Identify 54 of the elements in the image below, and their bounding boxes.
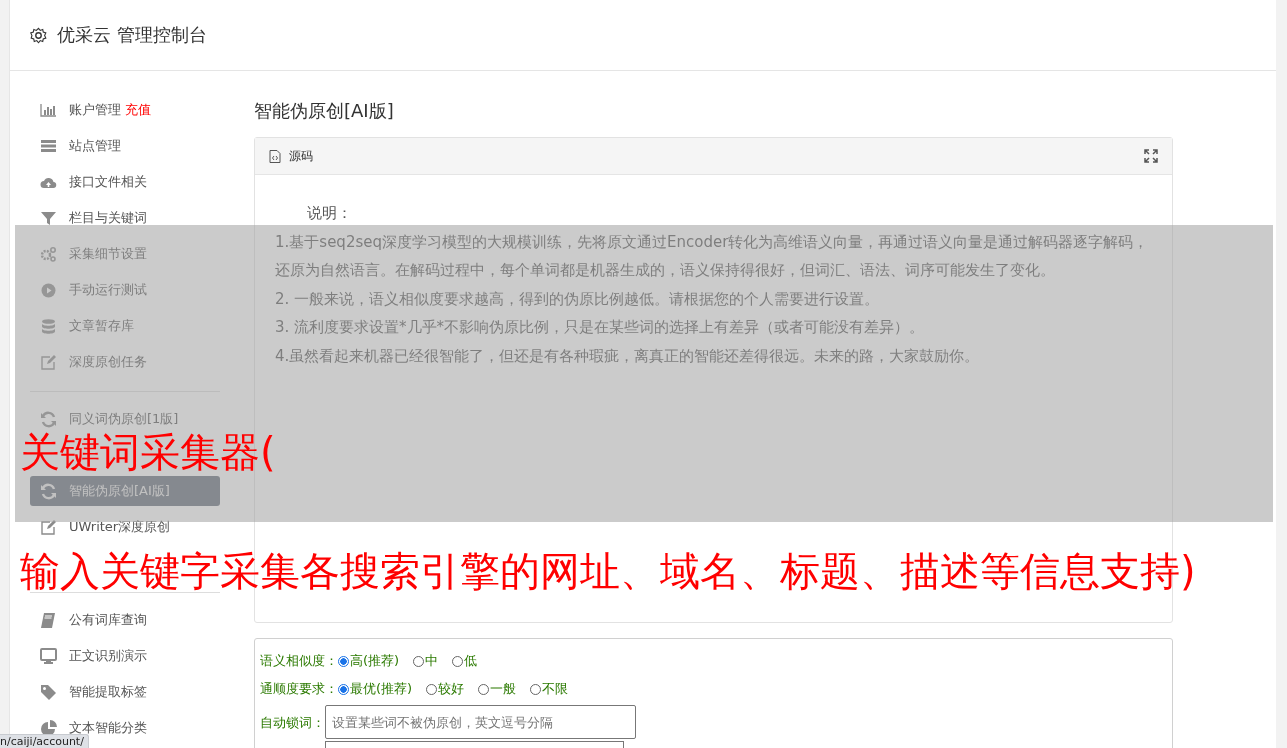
server-icon <box>40 137 57 155</box>
radio-button[interactable] <box>413 655 425 667</box>
edit-icon <box>40 353 57 371</box>
filter-icon <box>40 209 57 227</box>
sidebar-item[interactable]: 站点管理 <box>30 131 220 161</box>
field-label: 语义相似度： <box>260 652 338 670</box>
overlay-heading: 关键词采集器( <box>20 428 276 477</box>
code-file-icon <box>269 149 281 163</box>
radio-button[interactable] <box>426 683 438 695</box>
note-heading: 说明： <box>306 203 353 224</box>
edit-icon <box>40 518 57 536</box>
tag-icon <box>40 683 57 701</box>
sidebar-item[interactable]: 正文识别演示 <box>30 641 220 671</box>
lock-words-field[interactable]: 设置某些词不被伪原创，英文逗号分隔 <box>325 705 636 739</box>
radio-button[interactable] <box>338 683 349 695</box>
sidebar-item[interactable]: UWriter深度原创 <box>30 512 220 542</box>
bar-chart-icon <box>40 101 57 119</box>
option-label[interactable]: 不限 <box>542 680 569 698</box>
note-paragraph: 4.虽然看起来机器已经很智能了，但还是有各种瑕疵，离真正的智能还差得很远。未来的路，大家鼓励你。 <box>275 345 981 367</box>
field-label: 通顺度要求： <box>260 680 338 698</box>
overlay-text: 输入关键字采集各搜索引擎的网址、域名、标题、描述等信息支持) <box>20 547 1197 596</box>
page-title: 智能伪原创[AI版] <box>254 99 395 123</box>
sidebar-item[interactable]: 智能提取标签 <box>30 677 220 707</box>
fullscreen-icon[interactable] <box>1144 149 1158 163</box>
option-label[interactable]: 中 <box>425 652 439 670</box>
note-paragraph: 2. 一般来说，语义相似度要求越高，得到的伪原比例越低。请根据您的个人需要进行设置。 <box>275 288 881 310</box>
radio-button[interactable] <box>478 683 490 695</box>
sidebar-item[interactable]: 账户管理 充值 <box>30 95 220 125</box>
note-paragraph: 1.基于seq2seq深度学习模型的大规模训练，先将原文通过Encoder转化为高维语义向量，再通过语义向量是通过解码器逐字解码，还原为自然语言。在解码过程中，每个单词都是机器生成的，语义保持得很好，但词汇、语法、词序可能发生了变化。 <box>275 231 1150 281</box>
settings-icon <box>30 26 47 44</box>
option-label[interactable]: 最优(推荐) <box>350 680 413 698</box>
refresh-icon <box>40 410 57 428</box>
radio-button[interactable] <box>530 683 542 695</box>
note-paragraph: 3. 流利度要求设置*几乎*不影响伪原比例，只是在某些词的选择上有差异（或者可能没有差异）。 <box>275 317 926 338</box>
option-label[interactable]: 高(推荐) <box>350 652 400 670</box>
radio-button[interactable] <box>338 655 349 667</box>
radio-button[interactable] <box>452 655 464 667</box>
sidebar-item[interactable]: 公有词库查询 <box>30 605 220 635</box>
sidebar-item[interactable]: 接口文件相关 <box>30 167 220 197</box>
book-icon <box>40 611 57 629</box>
option-label[interactable]: 低 <box>464 652 478 670</box>
database-icon <box>40 317 57 335</box>
app-title: 优采云 管理控制台 <box>57 23 207 47</box>
sidebar-item[interactable]: 栏目与关键词 <box>30 203 220 233</box>
monitor-icon <box>40 647 57 665</box>
option-label[interactable]: 一般 <box>490 680 517 698</box>
field-label: 自动锁词： <box>260 714 325 732</box>
pie-chart-icon <box>40 719 57 737</box>
gears-icon <box>40 245 57 263</box>
play-icon <box>40 281 57 299</box>
status-url: n/caiji/account/ <box>0 734 89 748</box>
panel-tab[interactable]: 源码 <box>289 147 313 165</box>
refresh-icon <box>40 482 57 500</box>
option-label[interactable]: 较好 <box>438 680 465 698</box>
